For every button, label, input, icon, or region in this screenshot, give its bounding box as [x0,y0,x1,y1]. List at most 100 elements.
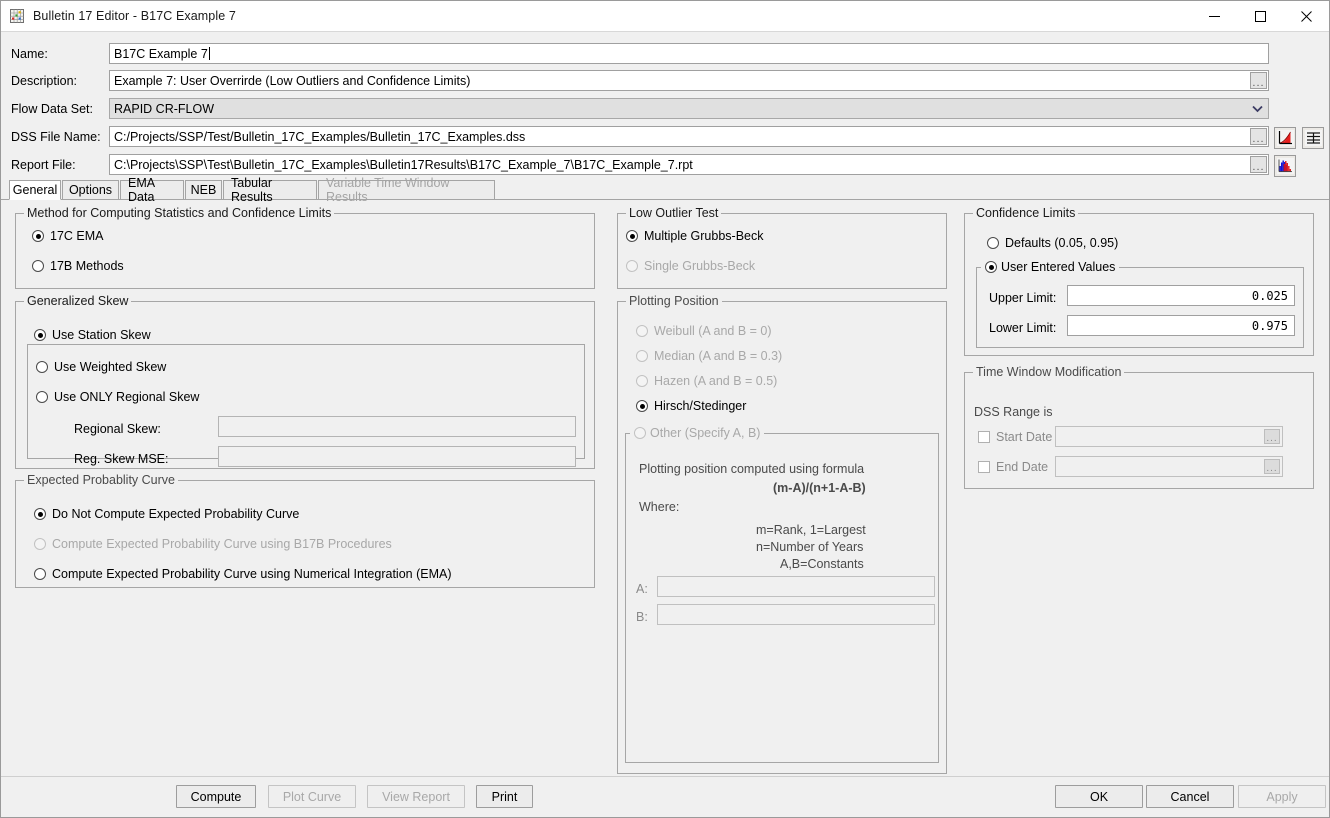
confidence-limits-group: Confidence Limits Defaults (0.05, 0.95) … [964,213,1314,356]
confidence-limits-group-title: Confidence Limits [973,206,1078,220]
print-button[interactable]: Print [476,785,533,808]
formula-intro-text: Plotting position computed using formula [639,462,864,476]
report-file-browse-button[interactable]: ... [1250,156,1267,173]
dss-file-name-browse-button[interactable]: ... [1250,128,1267,145]
plotting-position-group: Plotting Position Weibull (A and B = 0) … [617,301,947,774]
radio-dot-icon [634,427,646,439]
tab-general[interactable]: General [9,180,61,200]
plotting-position-group-title: Plotting Position [626,294,722,308]
checkbox-label: Start Date [996,430,1052,444]
radio-label: Other (Specify A, B) [650,426,760,440]
checkbox-end-date[interactable]: End Date [978,460,1048,474]
end-date-browse-button: ... [1264,459,1280,474]
radio-use-weighted-skew[interactable]: Use Weighted Skew [36,360,166,374]
cancel-button[interactable]: Cancel [1146,785,1234,808]
name-input[interactable]: B17C Example 7 [109,43,1269,64]
radio-hirsch-stedinger[interactable]: Hirsch/Stedinger [636,399,746,413]
radio-label: Use ONLY Regional Skew [54,390,199,404]
bulletin-17-editor-window: Bulletin 17 Editor - B17C Example 7 Name… [0,0,1330,818]
radio-label: User Entered Values [1001,260,1115,274]
window-controls [1191,1,1329,31]
radio-dot-icon [32,260,44,272]
regional-skew-label: Regional Skew: [74,422,161,436]
description-input-value: Example 7: User Overrirde (Low Outliers … [114,74,470,88]
dss-file-name-input[interactable]: C:/Projects/SSP/Test/Bulletin_17C_Exampl… [109,126,1269,147]
radio-confidence-defaults[interactable]: Defaults (0.05, 0.95) [987,236,1118,250]
plot-curve-button: Plot Curve [268,785,356,808]
radio-label: Multiple Grubbs-Beck [644,229,764,243]
radio-dot-icon [985,261,997,273]
radio-do-not-compute-epc[interactable]: Do Not Compute Expected Probability Curv… [34,507,299,521]
start-date-input: ... [1055,426,1283,447]
radio-weibull: Weibull (A and B = 0) [636,324,772,338]
maximize-button[interactable] [1237,1,1283,32]
where-line-years: n=Number of Years [756,540,863,554]
radio-dot-icon [36,361,48,373]
histogram-icon-button[interactable] [1274,155,1296,177]
dss-file-name-label: DSS File Name: [11,130,101,144]
upper-limit-input[interactable]: 0.025 [1067,285,1295,306]
name-input-value: B17C Example 7 [114,47,208,61]
view-report-button: View Report [367,785,465,808]
description-browse-button[interactable]: ... [1250,72,1267,89]
radio-label: Compute Expected Probability Curve using… [52,567,451,581]
radio-dot-icon [32,230,44,242]
radio-compute-epc-b17b: Compute Expected Probability Curve using… [34,537,392,551]
button-bar: Compute Plot Curve View Report Print OK … [1,776,1329,817]
where-line-constants: A,B=Constants [780,557,864,571]
plot-curve-icon-button[interactable] [1274,127,1296,149]
radio-dot-icon [987,237,999,249]
where-line-rank: m=Rank, 1=Largest [756,523,866,537]
method-group: Method for Computing Statistics and Conf… [15,213,595,289]
field-a-label: A: [636,582,648,596]
description-input[interactable]: Example 7: User Overrirde (Low Outliers … [109,70,1269,91]
radio-17b-methods[interactable]: 17B Methods [32,259,124,273]
radio-multiple-grubbs-beck[interactable]: Multiple Grubbs-Beck [626,229,764,243]
flow-data-set-combo[interactable]: RAPID CR-FLOW [109,98,1269,119]
low-outlier-test-group: Low Outlier Test Multiple Grubbs-Beck Si… [617,213,947,289]
chevron-down-icon[interactable] [1247,99,1267,118]
radio-single-grubbs-beck: Single Grubbs-Beck [626,259,755,273]
radio-compute-epc-numerical-integration[interactable]: Compute Expected Probability Curve using… [34,567,451,581]
compute-button[interactable]: Compute [176,785,256,808]
dss-file-name-value: C:/Projects/SSP/Test/Bulletin_17C_Exampl… [114,130,525,144]
minimize-button[interactable] [1191,1,1237,32]
field-b-input [657,604,935,625]
close-button[interactable] [1283,1,1329,32]
time-window-group-title: Time Window Modification [973,365,1124,379]
radio-label: Weibull (A and B = 0) [654,324,772,338]
lower-limit-input[interactable]: 0.975 [1067,315,1295,336]
radio-label: Compute Expected Probability Curve using… [52,537,392,551]
radio-dot-icon [34,508,46,520]
radio-use-only-regional-skew[interactable]: Use ONLY Regional Skew [36,390,199,404]
report-file-label: Report File: [11,158,76,172]
tab-neb[interactable]: NEB [185,180,222,200]
tab-options[interactable]: Options [62,180,119,200]
ok-button[interactable]: OK [1055,785,1143,808]
radio-use-station-skew[interactable]: Use Station Skew [34,328,151,342]
report-file-input[interactable]: C:\Projects\SSP\Test\Bulletin_17C_Exampl… [109,154,1269,175]
epc-group-title: Expected Probablity Curve [24,473,178,487]
checkbox-icon [978,431,990,443]
user-entered-values-title[interactable]: User Entered Values [981,260,1119,274]
user-entered-values-group: User Entered Values Upper Limit: 0.025 L… [976,267,1304,348]
flow-data-set-label: Flow Data Set: [11,102,93,116]
window-title: Bulletin 17 Editor - B17C Example 7 [33,9,236,23]
generalized-skew-group-title: Generalized Skew [24,294,131,308]
dss-range-label: DSS Range is [974,405,1053,419]
flow-data-set-value: RAPID CR-FLOW [114,102,214,116]
method-group-title: Method for Computing Statistics and Conf… [24,206,334,220]
radio-dot-icon [626,260,638,272]
tab-ema-data[interactable]: EMA Data [120,180,184,200]
table-icon-button[interactable] [1302,127,1324,149]
reg-skew-mse-input[interactable] [218,446,576,467]
title-bar: Bulletin 17 Editor - B17C Example 7 [1,1,1329,32]
tab-tabular-results[interactable]: Tabular Results [223,180,317,200]
lower-limit-label: Lower Limit: [989,321,1056,335]
radio-label: Use Station Skew [52,328,151,342]
checkbox-icon [978,461,990,473]
checkbox-start-date[interactable]: Start Date [978,430,1052,444]
radio-label: Median (A and B = 0.3) [654,349,782,363]
radio-17c-ema[interactable]: 17C EMA [32,229,104,243]
regional-skew-input[interactable] [218,416,576,437]
